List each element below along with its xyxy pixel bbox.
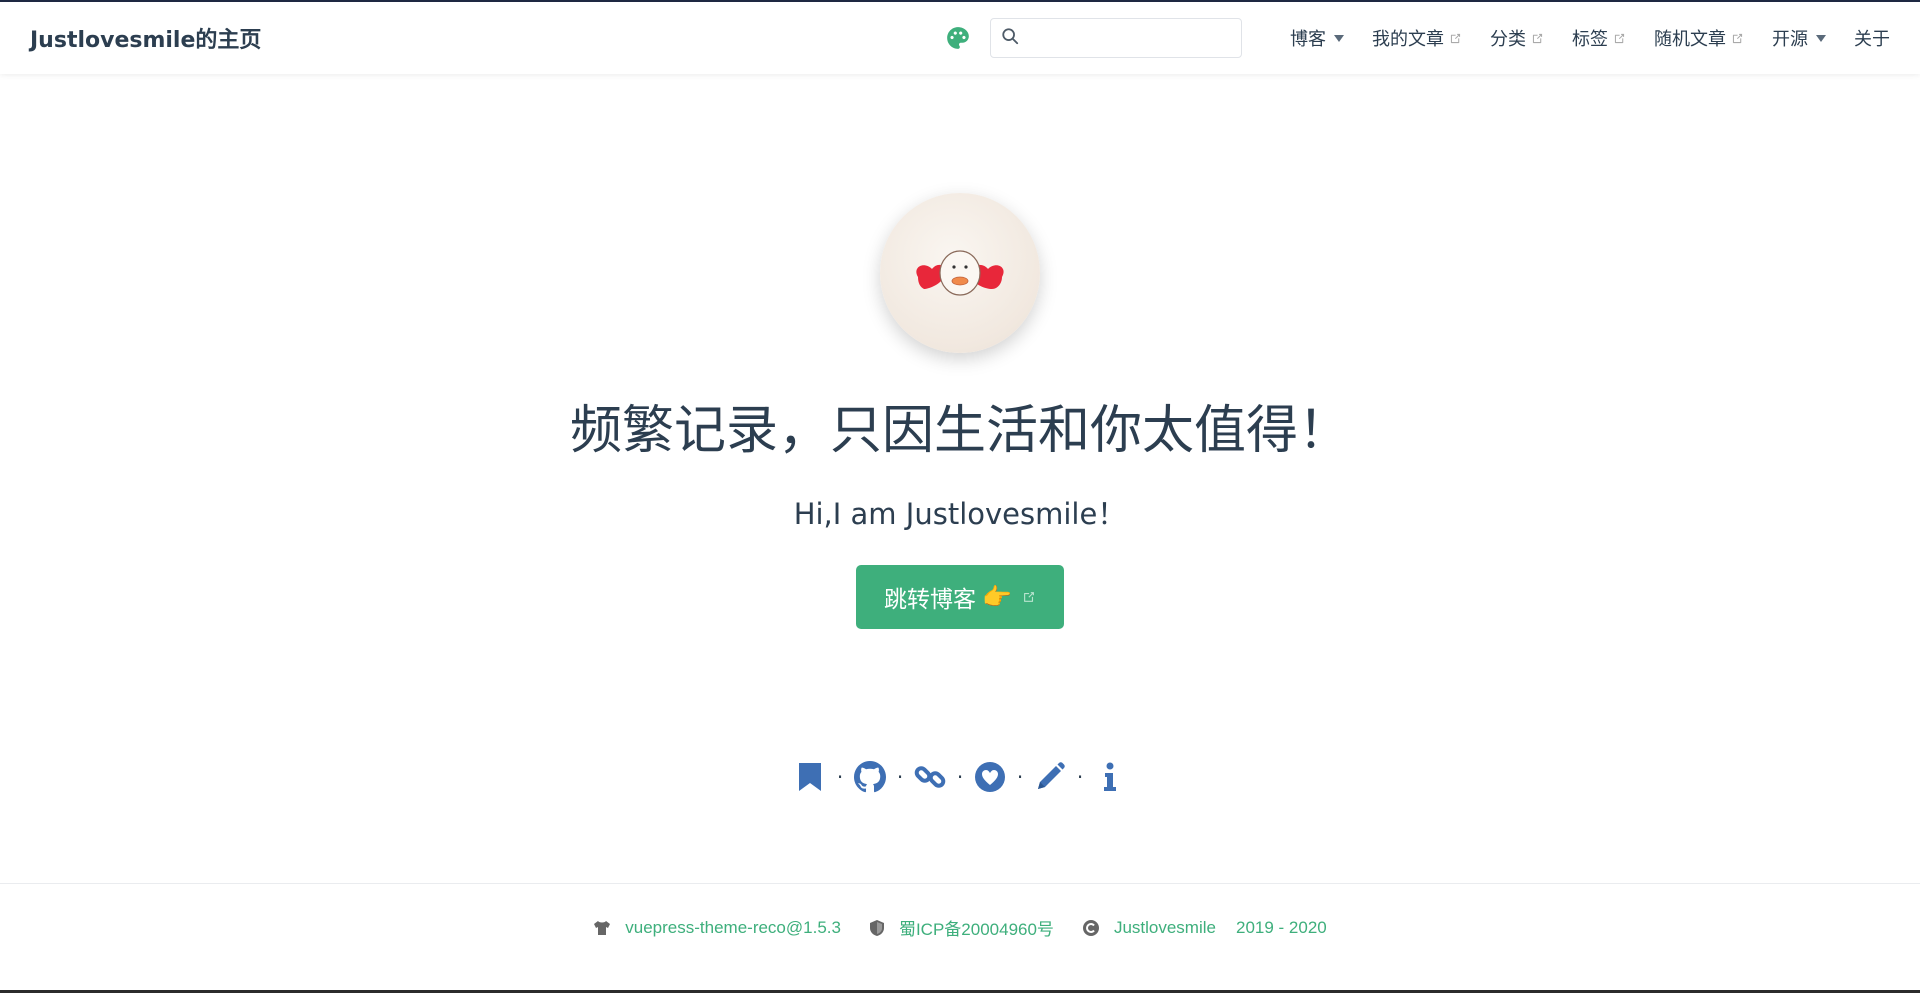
- hero-title: 频繁记录，只因生活和你太值得！: [569, 401, 1350, 461]
- copyright-icon: [1082, 919, 1100, 937]
- jump-to-blog-button[interactable]: 跳转博客 👉: [856, 565, 1064, 629]
- duck-mascot-image: [916, 250, 1004, 296]
- pencil-icon[interactable]: [1033, 760, 1067, 794]
- nav-item-about[interactable]: 关于: [1854, 25, 1890, 51]
- social-links: · · · · ·: [0, 757, 1920, 797]
- separator-dot: ·: [956, 765, 964, 789]
- theme-link[interactable]: vuepress-theme-reco@1.5.3: [625, 918, 841, 938]
- external-link-icon: [1450, 33, 1461, 43]
- search-box[interactable]: [990, 18, 1242, 58]
- nav-item-tags[interactable]: 标签: [1572, 25, 1626, 51]
- palette-icon[interactable]: [944, 24, 972, 52]
- search-input[interactable]: [1027, 23, 1227, 53]
- footer-icp: 蜀ICP备20004960号: [869, 915, 1054, 940]
- nav-item-label: 我的文章: [1372, 29, 1444, 50]
- shirt-icon: [593, 920, 611, 936]
- avatar: [880, 193, 1040, 353]
- footer: vuepress-theme-reco@1.5.3 蜀ICP备20004960号…: [0, 883, 1920, 971]
- external-link-icon: [1614, 33, 1625, 43]
- search-icon: [1001, 27, 1019, 49]
- info-icon[interactable]: [1093, 760, 1127, 794]
- nav-item-label: 标签: [1572, 29, 1608, 50]
- icp-link[interactable]: 蜀ICP备20004960号: [899, 915, 1054, 940]
- external-link-icon: [1024, 592, 1034, 602]
- nav-item-label: 分类: [1490, 29, 1526, 50]
- caret-down-icon: [1334, 34, 1344, 42]
- link-icon[interactable]: [913, 760, 947, 794]
- shield-icon: [869, 919, 885, 937]
- footer-theme: vuepress-theme-reco@1.5.3: [593, 918, 841, 938]
- nav-item-categories[interactable]: 分类: [1490, 25, 1544, 51]
- hero-subtitle: Hi,I am Justlovesmile！: [793, 497, 1127, 531]
- navbar: Justlovesmile的主页 博客 我的文章 分类 标签 随机文章 开源 关…: [0, 2, 1920, 74]
- separator-dot: ·: [896, 765, 904, 789]
- bookmark-icon[interactable]: [793, 760, 827, 794]
- nav-item-label: 开源: [1772, 29, 1808, 50]
- copyright-years: 2019 - 2020: [1235, 917, 1327, 937]
- nav-item-blog[interactable]: 博客: [1290, 25, 1344, 51]
- author-link[interactable]: Justlovesmile: [1114, 918, 1216, 938]
- nav-item-label: 博客: [1290, 29, 1326, 50]
- nav-right: 博客 我的文章 分类 标签 随机文章 开源 关于: [944, 18, 1890, 58]
- github-icon[interactable]: [853, 760, 887, 794]
- caret-down-icon: [1816, 34, 1826, 42]
- pointing-hand-icon: 👉: [982, 583, 1012, 611]
- site-name[interactable]: Justlovesmile的主页: [30, 22, 261, 54]
- separator-dot: ·: [1076, 765, 1084, 789]
- nav-item-label: 随机文章: [1654, 29, 1726, 50]
- footer-copyright: Justlovesmile 2019 - 2020: [1082, 918, 1327, 938]
- external-link-icon: [1532, 33, 1543, 43]
- heart-icon[interactable]: [973, 760, 1007, 794]
- nav-item-my-articles[interactable]: 我的文章: [1372, 25, 1462, 51]
- nav-item-label: 关于: [1854, 29, 1890, 50]
- nav-item-open-source[interactable]: 开源: [1772, 25, 1826, 51]
- separator-dot: ·: [836, 765, 844, 789]
- external-link-icon: [1732, 33, 1743, 43]
- separator-dot: ·: [1016, 765, 1024, 789]
- nav-item-random-article[interactable]: 随机文章: [1654, 25, 1744, 51]
- button-label: 跳转博客: [884, 587, 977, 613]
